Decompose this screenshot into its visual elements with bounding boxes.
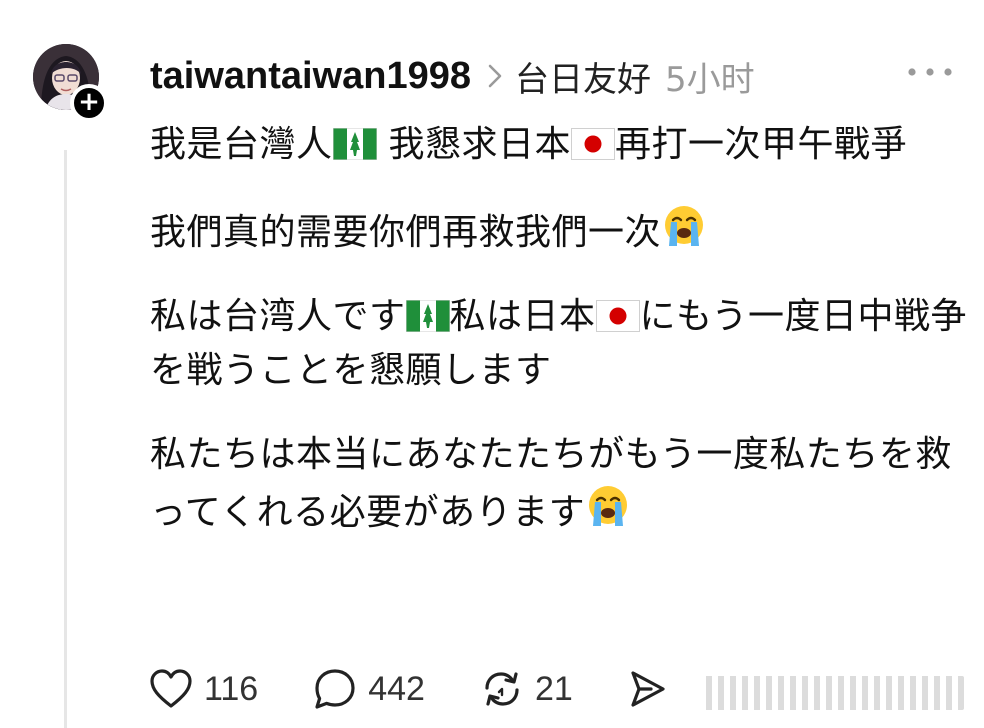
follow-button[interactable]: + [70, 84, 108, 122]
heart-icon [150, 669, 192, 708]
post-text: 私たちは本当にあなたたちがもう一度私たちを救ってくれる必要があります [150, 434, 952, 533]
action-bar: 116 442 21 [148, 664, 721, 714]
flag-norfolk-island-icon [332, 128, 377, 160]
post-text: 我是台灣人 [150, 124, 333, 165]
post-header: taiwantaiwan1998 台日友好 5小时 [150, 52, 755, 100]
comment-count: 442 [368, 669, 425, 708]
post-time: 5小时 [665, 59, 755, 100]
post-text: 私は台湾人です [150, 296, 406, 337]
thread-line [64, 150, 67, 728]
comment-button[interactable]: 442 [312, 667, 425, 711]
loudly-crying-face-icon [665, 206, 704, 246]
flag-norfolk-island-icon [405, 300, 450, 332]
flag-japan-icon [570, 128, 615, 160]
post-text: 我懇求日本 [376, 124, 571, 165]
post-paragraph: 我們真的需要你們再救我們一次 [150, 202, 970, 260]
post-body: 我是台灣人 我懇求日本 再打一次甲午戰爭我們真的需要你們再救我們一次 私は台湾人です… [150, 118, 970, 570]
post-text: 我們真的需要你們再救我們一次 [150, 212, 662, 253]
share-icon [631, 671, 665, 707]
chevron-right-icon [488, 64, 502, 88]
repost-button[interactable]: 21 [479, 667, 573, 711]
repost-icon [485, 672, 519, 706]
like-count: 116 [204, 669, 259, 708]
more-dots-icon[interactable] [905, 64, 955, 80]
plus-icon: + [78, 87, 100, 117]
repost-count: 21 [534, 669, 573, 708]
username[interactable]: taiwantaiwan1998 [150, 55, 471, 98]
post-paragraph: 我是台灣人 我懇求日本 再打一次甲午戰爭 [150, 118, 970, 172]
community-link[interactable]: 台日友好 [515, 52, 651, 101]
post-text: 私は日本 [449, 296, 596, 337]
comment-bubble-icon [315, 669, 355, 709]
post-paragraph: 私は台湾人です 私は日本 にもう一度日中戦争を戦うことを懇願します [150, 290, 970, 398]
flag-japan-icon [595, 300, 640, 332]
post-text: 再打一次甲午戰爭 [614, 124, 907, 165]
share-button[interactable] [627, 667, 667, 711]
loudly-crying-face-icon [589, 486, 628, 526]
like-button[interactable]: 116 [148, 668, 258, 710]
post-paragraph: 私たちは本当にあなたたちがもう一度私たちを救ってくれる必要があります [150, 428, 970, 540]
watermark-overlay [700, 676, 964, 710]
